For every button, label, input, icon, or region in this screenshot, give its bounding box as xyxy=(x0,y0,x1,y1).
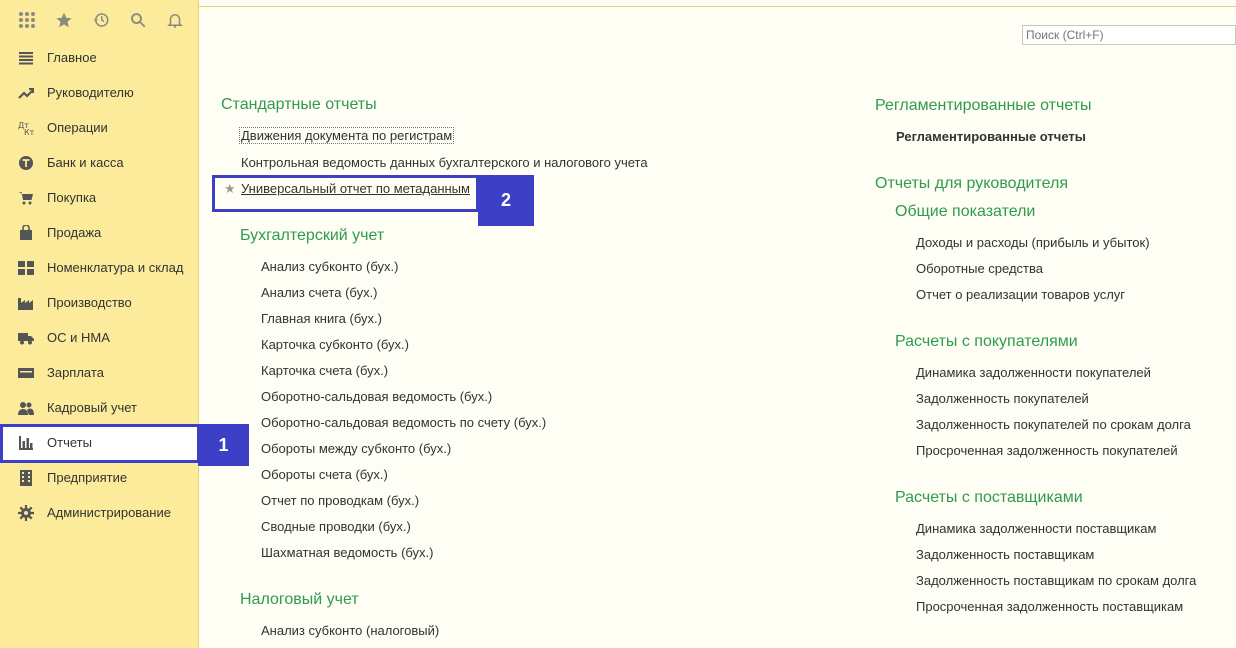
sidebar-toolbar xyxy=(0,0,198,40)
people-icon xyxy=(18,400,34,416)
warehouse-icon xyxy=(18,260,34,276)
sidebar-item-admin[interactable]: Администрирование xyxy=(0,495,198,530)
sidebar-item-label: Зарплата xyxy=(47,365,104,380)
report-link[interactable]: Задолженность покупателей xyxy=(916,391,1089,406)
subsection-suppliers: Расчеты с поставщиками xyxy=(895,489,1083,506)
search-icon[interactable] xyxy=(119,0,156,40)
sidebar-item-warehouse[interactable]: Номенклатура и склад xyxy=(0,250,198,285)
chart-icon xyxy=(18,435,34,451)
report-link[interactable]: Анализ субконто (бух.) xyxy=(261,259,398,274)
report-link[interactable]: Движения документа по регистрам xyxy=(239,127,455,144)
section-manager-reports: Отчеты для руководителя xyxy=(875,175,1068,192)
favorite-star-icon[interactable]: ★ xyxy=(224,181,236,197)
sidebar-item-sales[interactable]: Продажа xyxy=(0,215,198,250)
report-link[interactable]: Оборотно-сальдовая ведомость по счету (б… xyxy=(261,415,546,430)
report-link[interactable]: Задолженность поставщикам по срокам долг… xyxy=(916,573,1196,588)
salary-icon xyxy=(18,365,34,381)
subsection-buyers: Расчеты с покупателями xyxy=(895,333,1078,350)
sidebar-item-label: Покупка xyxy=(47,190,97,205)
report-link[interactable]: Отчет по проводкам (бух.) xyxy=(261,493,419,508)
report-link[interactable]: Главная книга (бух.) xyxy=(261,311,382,326)
report-link-universal-metadata[interactable]: Универсальный отчет по метаданным xyxy=(241,181,470,196)
report-link[interactable]: Просроченная задолженность покупателей xyxy=(916,443,1178,458)
report-link[interactable]: Карточка субконто (бух.) xyxy=(261,337,409,352)
truck-icon xyxy=(18,330,34,346)
star-icon[interactable] xyxy=(45,0,82,40)
report-link[interactable]: Обороты между субконто (бух.) xyxy=(261,441,451,456)
svg-text:Кт: Кт xyxy=(24,128,34,136)
report-link[interactable]: Шахматная ведомость (бух.) xyxy=(261,545,434,560)
sidebar-item-main[interactable]: Главное xyxy=(0,40,198,75)
report-link[interactable]: Контрольная ведомость данных бухгалтерск… xyxy=(241,155,648,170)
section-tax: Налоговый учет xyxy=(240,591,359,608)
report-link[interactable]: Анализ счета (бух.) xyxy=(261,285,378,300)
history-icon[interactable] xyxy=(82,0,119,40)
sidebar-item-operations[interactable]: Дт Кт Операции xyxy=(0,110,198,145)
sidebar-item-label: Руководителю xyxy=(47,85,134,100)
sidebar-item-label: Администрирование xyxy=(47,505,171,520)
operations-icon: Дт Кт xyxy=(18,120,34,136)
report-link-regulated[interactable]: Регламентированные отчеты xyxy=(896,129,1086,144)
annotation-badge-1: 1 xyxy=(198,424,249,466)
sidebar-item-production[interactable]: Производство xyxy=(0,285,198,320)
report-link[interactable]: Оборотные средства xyxy=(916,261,1043,276)
sidebar-item-label: Кадровый учет xyxy=(47,400,137,415)
sidebar-item-purchase[interactable]: Покупка xyxy=(0,180,198,215)
sidebar-item-reports[interactable]: Отчеты xyxy=(0,425,198,460)
menu-icon xyxy=(18,50,34,66)
sidebar: Главное Руководителю Дт Кт Операции Банк … xyxy=(0,0,199,648)
content-header-line xyxy=(199,0,1236,7)
report-link[interactable]: Задолженность покупателей по срокам долг… xyxy=(916,417,1191,432)
report-link[interactable]: Обороты счета (бух.) xyxy=(261,467,388,482)
report-link[interactable]: Динамика задолженности поставщикам xyxy=(916,521,1156,536)
report-link[interactable]: Просроченная задолженность поставщикам xyxy=(916,599,1183,614)
cart-icon xyxy=(18,190,34,206)
factory-icon xyxy=(18,295,34,311)
sidebar-item-bank[interactable]: Банк и касса xyxy=(0,145,198,180)
annotation-badge-2: 2 xyxy=(478,175,534,226)
section-accounting: Бухгалтерский учет xyxy=(240,227,385,244)
sidebar-item-label: Продажа xyxy=(47,225,102,240)
report-link[interactable]: Анализ субконто (налоговый) xyxy=(261,623,439,638)
bank-icon xyxy=(18,155,34,171)
search-input[interactable] xyxy=(1022,25,1236,45)
sidebar-item-assets[interactable]: ОС и НМА xyxy=(0,320,198,355)
report-link[interactable]: Сводные проводки (бух.) xyxy=(261,519,411,534)
report-link[interactable]: Карточка счета (бух.) xyxy=(261,363,388,378)
report-link[interactable]: Динамика задолженности покупателей xyxy=(916,365,1151,380)
sidebar-item-label: Операции xyxy=(47,120,108,135)
report-link[interactable]: Задолженность поставщикам xyxy=(916,547,1094,562)
apps-grid-icon[interactable] xyxy=(8,0,45,40)
report-link[interactable]: Доходы и расходы (прибыль и убыток) xyxy=(916,235,1150,250)
section-regulated: Регламентированные отчеты xyxy=(875,97,1092,114)
report-link[interactable]: Отчет о реализации товаров услуг xyxy=(916,287,1125,302)
trend-icon xyxy=(18,85,34,101)
section-standard-reports: Стандартные отчеты xyxy=(221,96,377,113)
bag-icon xyxy=(18,224,34,241)
sidebar-item-label: Номенклатура и склад xyxy=(47,260,184,275)
bell-icon[interactable] xyxy=(156,0,193,40)
building-icon xyxy=(18,469,34,486)
sidebar-item-label: Отчеты xyxy=(47,435,92,450)
subsection-general: Общие показатели xyxy=(895,203,1036,220)
sidebar-item-label: Производство xyxy=(47,295,132,310)
sidebar-item-label: Главное xyxy=(47,50,97,65)
sidebar-nav: Главное Руководителю Дт Кт Операции Банк … xyxy=(0,40,198,530)
sidebar-item-enterprise[interactable]: Предприятие xyxy=(0,460,198,495)
sidebar-item-salary[interactable]: Зарплата xyxy=(0,355,198,390)
sidebar-item-label: ОС и НМА xyxy=(47,330,110,345)
sidebar-item-hr[interactable]: Кадровый учет xyxy=(0,390,198,425)
sidebar-item-label: Предприятие xyxy=(47,470,128,485)
report-link[interactable]: Оборотно-сальдовая ведомость (бух.) xyxy=(261,389,492,404)
sidebar-item-label: Банк и касса xyxy=(47,155,124,170)
gear-icon xyxy=(18,504,34,521)
sidebar-item-manager[interactable]: Руководителю xyxy=(0,75,198,110)
